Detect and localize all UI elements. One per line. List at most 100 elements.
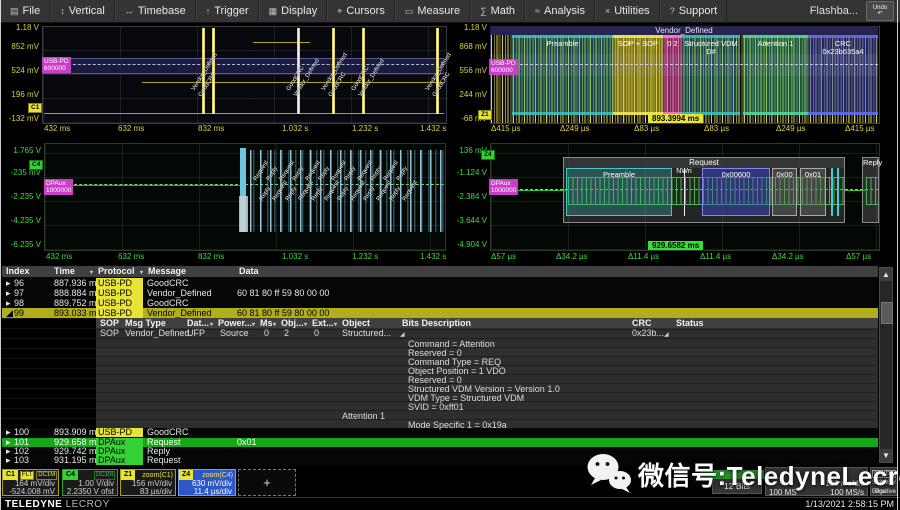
flashback-label[interactable]: Flashba... — [810, 5, 858, 17]
grid-c1-plot[interactable] — [42, 26, 447, 124]
decode-reply-frame[interactable]: Reply — [862, 157, 879, 223]
axis-label: Δ249 µs — [776, 124, 806, 133]
menu-analysis[interactable]: ≈Analysis — [525, 0, 595, 22]
decode-seg-byte1[interactable]: 0x01 — [800, 168, 826, 216]
decode-stop-bar — [837, 168, 839, 216]
oscilloscope-screen: ▤File ↕Vertical ↔Timebase ↑Trigger ▦Disp… — [0, 0, 900, 510]
axis-label: Δ57 µs — [491, 252, 516, 261]
protocol-cell: USB-PD — [96, 428, 143, 437]
c4-channel-marker[interactable]: C4 — [29, 160, 43, 170]
time-cursor-badge[interactable]: 893.3994 ms — [648, 114, 703, 123]
screen-edge — [897, 0, 898, 510]
display-icon: ▦ — [269, 6, 278, 17]
table-row[interactable]: ▸ 96 887.936 ms USB-PD GoodCRC — [2, 278, 878, 288]
axis-label: Δ415 µs — [491, 124, 521, 133]
table-row[interactable]: ▸ 102 929.742 ms DPAux Reply — [2, 447, 878, 456]
axis-label: -132 mV — [2, 114, 39, 123]
axis-label: 524 mV — [2, 66, 39, 75]
c1-trace-baseline — [44, 113, 444, 114]
menu-file[interactable]: ▤File — [0, 0, 50, 22]
cursors-icon: ⌖ — [337, 6, 342, 17]
decode-band-centerline — [490, 64, 878, 65]
usbpd-decode-badge[interactable]: USB-PD600000 — [42, 57, 71, 73]
add-trace-button[interactable]: + — [238, 469, 296, 496]
time-cursor-badge[interactable]: 929.6582 ms — [648, 241, 703, 250]
c1-channel-marker[interactable]: C1 — [28, 103, 42, 113]
decode-seg-address[interactable]: 0x00600 — [702, 168, 770, 216]
axis-label: -3.644 V — [450, 216, 487, 225]
measure-icon: ▭ — [405, 6, 414, 17]
c1-descriptor[interactable]: C1 FLT DC1M 164 mV/div -524.008 mV — [2, 469, 59, 496]
menu-bar: ▤File ↕Vertical ↔Timebase ↑Trigger ▦Disp… — [0, 0, 900, 23]
col-protocol[interactable]: Protocol — [98, 266, 135, 277]
axis-label: -2.235 V — [4, 192, 41, 201]
col-time[interactable]: Time — [54, 266, 75, 277]
table-row[interactable]: ▸ 97 888.884 ms USB-PD Vendor_Defined 60… — [2, 288, 878, 298]
z4-descriptor-selected[interactable]: Z4 zoom(C4) 630 mV/div 11.4 µs/div — [178, 469, 236, 496]
decode-seg-preamble[interactable]: Preamble — [566, 168, 672, 216]
analysis-icon: ≈ — [535, 6, 540, 16]
undo-button[interactable]: Undo ↶ — [866, 1, 894, 21]
protocol-cell: USB-PD — [96, 298, 143, 308]
axis-label: Δ57 µs — [846, 252, 871, 261]
burst-start-block — [239, 196, 248, 232]
c4-descriptor[interactable]: C4 DC1M 1.00 V/div 2.2350 V ofst — [62, 469, 118, 496]
axis-label: 1.232 s — [352, 252, 378, 261]
table-row[interactable]: ▸ 98 889.752 ms USB-PD GoodCRC — [2, 298, 878, 308]
brand-logo: TELEDYNE LECROY — [5, 499, 110, 510]
menu-cursors[interactable]: ⌖Cursors — [327, 0, 395, 22]
math-icon: ∑ — [480, 6, 486, 16]
axis-label: 432 ms — [46, 252, 72, 261]
collapse-icon[interactable]: ◢ — [6, 308, 13, 318]
menu-vertical[interactable]: ↕Vertical — [50, 0, 115, 22]
menu-math[interactable]: ∑Math — [470, 0, 525, 22]
scroll-thumb[interactable] — [881, 302, 893, 324]
expand-icon[interactable]: ▸ — [6, 428, 11, 437]
protocol-cell: USB-PD — [96, 308, 143, 318]
axis-label: Δ11.4 µs — [628, 252, 659, 261]
decode-track-band — [490, 54, 878, 76]
decode-seg-byte0[interactable]: 0x00 — [772, 168, 797, 216]
axis-label: -1.124 V — [450, 168, 487, 177]
menu-display[interactable]: ▦Display — [259, 0, 328, 22]
utilities-icon: × — [605, 6, 610, 16]
menu-support[interactable]: ?Support — [660, 0, 728, 22]
table-scrollbar[interactable]: ▲ ▼ — [879, 267, 893, 463]
z1-descriptor[interactable]: Z1 zoom(C1) 156 mV/div 83 µs/div — [120, 469, 176, 496]
dpaux-decode-badge[interactable]: DPAux1000000 — [44, 179, 73, 195]
col-index[interactable]: Index — [6, 266, 30, 277]
axis-label: 1.032 s — [282, 124, 308, 133]
expand-icon[interactable]: ▸ — [6, 288, 11, 298]
axis-label: 1.18 V — [2, 23, 39, 32]
axis-label: 868 mV — [450, 42, 487, 51]
scroll-up-button[interactable]: ▲ — [880, 268, 892, 281]
axis-label: 1.432 s — [420, 124, 446, 133]
table-row-highlighted[interactable]: ▸ 101 929.658 ms DPAux Request 0x01 — [2, 438, 878, 447]
menu-utilities[interactable]: ×Utilities — [595, 0, 660, 22]
dropdown-icon[interactable]: ◢ — [400, 330, 405, 340]
menu-timebase[interactable]: ↔Timebase — [115, 0, 196, 22]
col-message[interactable]: Message — [148, 266, 186, 277]
vertical-icon: ↕ — [60, 6, 65, 16]
usbpd-decode-badge[interactable]: USB-PD600000 — [489, 59, 518, 75]
table-row[interactable]: ▸ 100 893.909 ms USB-PD GoodCRC — [2, 428, 878, 437]
dropdown-icon[interactable]: ◢ — [664, 330, 669, 340]
menu-trigger[interactable]: ↑Trigger — [196, 0, 259, 22]
object-value: Attention 1 — [342, 412, 385, 421]
col-data[interactable]: Data — [239, 266, 259, 277]
axis-label: 832 ms — [198, 252, 224, 261]
decode-stop-bar — [831, 168, 833, 216]
decode-seg-nwri[interactable]: NWri — [672, 168, 696, 175]
axis-label: 1.765 V — [4, 146, 41, 155]
z1-channel-marker[interactable]: Z1 — [478, 110, 492, 120]
dpaux-decode-badge[interactable]: DPAux1000000 — [489, 179, 518, 195]
wechat-icon — [586, 452, 634, 496]
undo-icon: ↶ — [877, 11, 882, 17]
table-row-selected[interactable]: ◢ 99 893.033 ms USB-PD Vendor_Defined 60… — [2, 308, 878, 318]
z4-channel-marker[interactable]: Z4 — [481, 150, 495, 160]
expand-icon[interactable]: ▸ — [6, 298, 11, 308]
expand-icon[interactable]: ▸ — [6, 278, 11, 288]
axis-label: 196 mV — [2, 90, 39, 99]
expand-icon[interactable]: ▸ — [6, 456, 11, 465]
menu-measure[interactable]: ▭Measure — [395, 0, 470, 22]
